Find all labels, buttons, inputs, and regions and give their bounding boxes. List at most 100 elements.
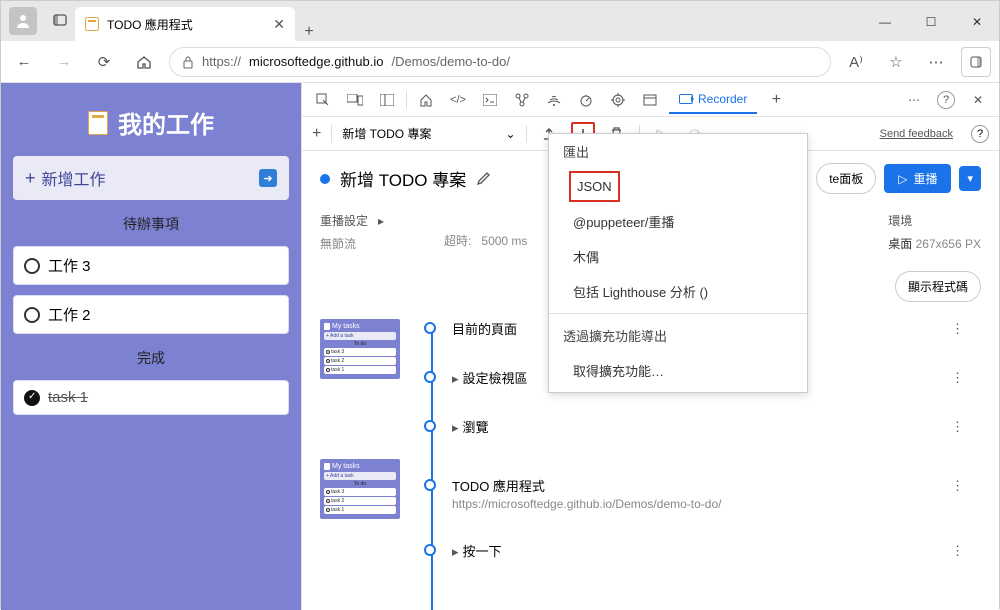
export-ext-header: 透過擴充功能導出: [549, 318, 807, 353]
divider: [406, 91, 407, 109]
step-url: https://microsoftedge.github.io/Demos/de…: [452, 497, 964, 511]
task-checkbox[interactable]: [24, 258, 40, 274]
url-input[interactable]: https://microsoftedge.github.io/Demos/de…: [169, 47, 831, 77]
window-controls: ― ☐ ✕: [863, 7, 999, 37]
section-todo: 待辦事項: [13, 210, 289, 236]
copilot-button[interactable]: [961, 47, 991, 77]
task-item[interactable]: 工作 2: [13, 295, 289, 334]
menu-divider: [549, 313, 807, 314]
throttle-value: 無節流: [320, 235, 384, 252]
step-menu-icon[interactable]: ⋮: [951, 478, 964, 494]
memory-tab-icon[interactable]: [605, 87, 631, 113]
step-menu-icon[interactable]: ⋮: [951, 370, 964, 386]
forward-button[interactable]: →: [49, 47, 79, 77]
new-tab-button[interactable]: +: [295, 23, 323, 41]
step-item[interactable]: ▸按一下 ⋮: [424, 541, 964, 560]
devtools-tabstrip: </> Recorder + ⋯ ? ✕: [302, 83, 999, 117]
export-dropdown: 匯出 JSON @puppeteer/重播 木偶 包括 Lighthouse 分…: [548, 133, 808, 393]
url-host: microsoftedge.github.io: [249, 54, 383, 69]
task-text: 工作 3: [48, 255, 91, 276]
edit-icon[interactable]: [476, 171, 491, 186]
step-menu-icon[interactable]: ⋮: [951, 321, 964, 337]
export-puppeteer-replay-item[interactable]: @puppeteer/重播: [549, 204, 807, 239]
step-item[interactable]: ▸瀏覽 ⋮: [424, 417, 964, 436]
divider: [526, 125, 527, 143]
recorder-tab[interactable]: Recorder: [669, 86, 757, 114]
device-icon[interactable]: [342, 87, 368, 113]
environment-label: 環境: [888, 212, 981, 229]
step-menu-icon[interactable]: ⋮: [951, 543, 964, 559]
devtools-more-button[interactable]: ⋯: [901, 87, 927, 113]
lock-icon: [182, 55, 194, 69]
screenshot-thumbnail[interactable]: My tasks + Add a task To do task 3 task …: [320, 459, 400, 519]
step-dot-icon: [424, 371, 436, 383]
more-tabs-button[interactable]: +: [763, 87, 789, 113]
back-button[interactable]: ←: [9, 47, 39, 77]
step-label: 設定檢視區: [463, 371, 528, 386]
export-header: 匯出: [549, 134, 807, 169]
task-checkbox-checked[interactable]: [24, 390, 40, 406]
add-task-card[interactable]: + 新增工作 ➜: [13, 156, 289, 200]
submit-arrow-icon[interactable]: ➜: [259, 169, 277, 187]
inspect-icon[interactable]: [310, 87, 336, 113]
replay-button[interactable]: ▷ 重播: [884, 164, 951, 193]
devtools-close-button[interactable]: ✕: [965, 87, 991, 113]
step-dot-icon: [424, 479, 436, 491]
settings-menu-button[interactable]: ⋯: [921, 47, 951, 77]
tab-favicon: [85, 17, 99, 31]
timeout-value: 5000 ms: [481, 234, 527, 248]
minimize-button[interactable]: ―: [863, 7, 907, 37]
step-item[interactable]: TODO 應用程式 https://microsoftedge.github.i…: [424, 476, 964, 511]
application-tab-icon[interactable]: [637, 87, 663, 113]
chevron-right-icon: ▸: [452, 544, 459, 559]
performance-tab-icon[interactable]: [573, 87, 599, 113]
send-feedback-link[interactable]: Send feedback: [880, 128, 953, 140]
sources-tab-icon[interactable]: [509, 87, 535, 113]
new-recording-button[interactable]: +: [312, 125, 321, 143]
clipboard-icon: [88, 111, 108, 135]
export-lighthouse-item[interactable]: 包括 Lighthouse 分析 (): [549, 274, 807, 309]
export-json-item[interactable]: JSON: [569, 171, 620, 202]
tab-actions-button[interactable]: [45, 5, 75, 35]
favorite-button[interactable]: ☆: [881, 47, 911, 77]
replay-settings-label[interactable]: 重播設定 ▸: [320, 212, 384, 229]
task-item[interactable]: 工作 3: [13, 246, 289, 285]
refresh-button[interactable]: ⟳: [89, 47, 119, 77]
tab-close-icon[interactable]: ✕: [273, 16, 285, 33]
tab-title: TODO 應用程式: [107, 16, 193, 33]
app-title: 我的工作: [118, 105, 214, 140]
get-extensions-item[interactable]: 取得擴充功能…: [549, 353, 807, 388]
recording-selector[interactable]: 新增 TODO 專案 ⌄: [342, 125, 515, 142]
home-button[interactable]: [129, 47, 159, 77]
read-aloud-button[interactable]: A⁾: [841, 47, 871, 77]
step-label: TODO 應用程式: [452, 479, 545, 494]
browser-tab[interactable]: TODO 應用程式 ✕: [75, 7, 295, 41]
export-puppet-item[interactable]: 木偶: [549, 239, 807, 274]
chevron-right-icon: ▸: [378, 214, 384, 228]
screenshot-thumbnail[interactable]: My tasks + Add a task To do task 3 task …: [320, 319, 400, 379]
help-icon[interactable]: ?: [971, 125, 989, 143]
recording-indicator-icon: [320, 174, 330, 184]
env-device: 桌面: [888, 237, 912, 251]
task-checkbox[interactable]: [24, 307, 40, 323]
chevron-right-icon: ▸: [452, 420, 459, 435]
task-text: 工作 2: [48, 304, 91, 325]
step-dot-icon: [424, 544, 436, 556]
env-dimensions: 267x656 PX: [916, 237, 981, 251]
profile-button[interactable]: [9, 7, 37, 35]
close-button[interactable]: ✕: [955, 7, 999, 37]
devtools-help-button[interactable]: ?: [933, 87, 959, 113]
welcome-tab-icon[interactable]: [413, 87, 439, 113]
task-item-done[interactable]: task 1: [13, 380, 289, 415]
section-done: 完成: [13, 344, 289, 370]
elements-tab-icon[interactable]: </>: [445, 87, 471, 113]
panel-layout-icon[interactable]: [374, 87, 400, 113]
divider: [331, 125, 332, 143]
panel-button[interactable]: te面板: [816, 163, 876, 194]
maximize-button[interactable]: ☐: [909, 7, 953, 37]
console-tab-icon[interactable]: [477, 87, 503, 113]
network-tab-icon[interactable]: [541, 87, 567, 113]
replay-split-button[interactable]: ▾: [959, 166, 981, 191]
show-code-button[interactable]: 顯示程式碼: [895, 271, 981, 302]
step-menu-icon[interactable]: ⋮: [951, 419, 964, 435]
